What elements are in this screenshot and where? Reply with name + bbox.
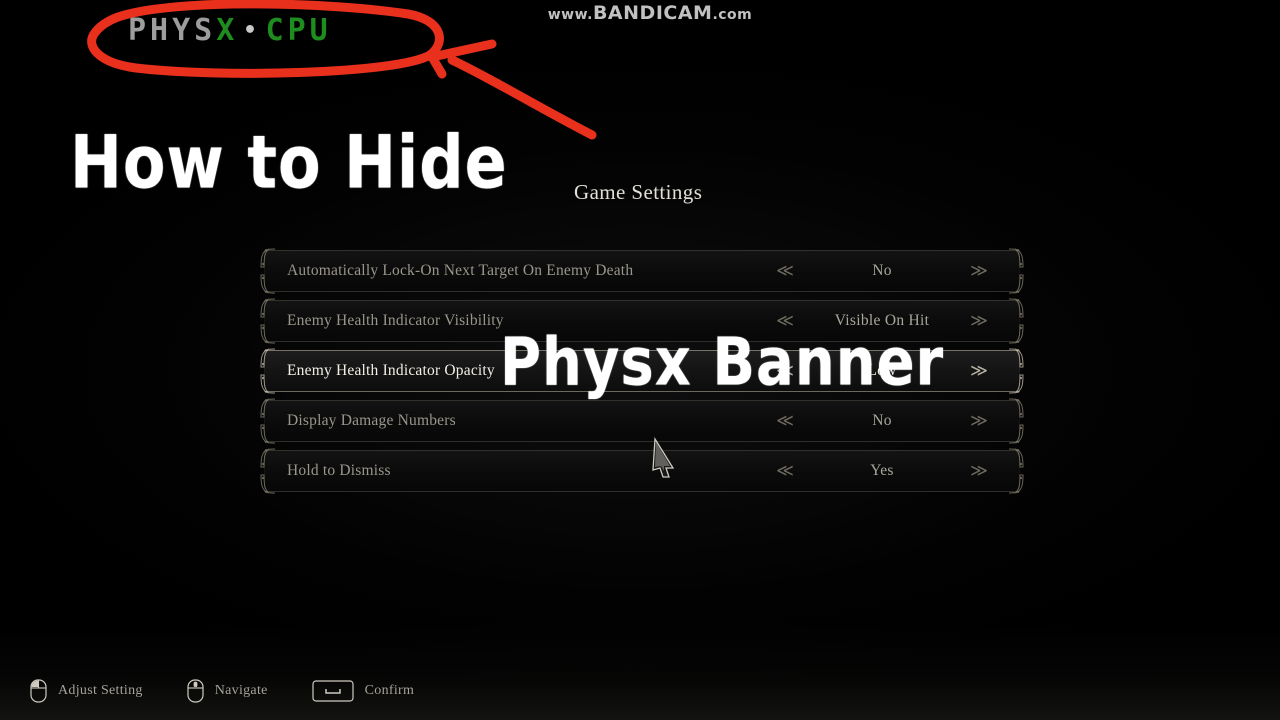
ornament-corner-icon xyxy=(1008,348,1024,368)
bandicam-watermark: www.BANDICAM.com xyxy=(520,2,780,24)
ornament-corner-icon xyxy=(1008,374,1024,394)
ornament-corner-icon xyxy=(1008,474,1024,494)
decrement-arrow-icon[interactable]: ≪ xyxy=(763,412,807,430)
increment-arrow-icon[interactable]: ≫ xyxy=(957,362,1001,380)
setting-value: No xyxy=(872,262,892,279)
mouse-left-click-icon xyxy=(30,679,47,703)
page-title: Game Settings xyxy=(574,180,703,204)
hint-label: Navigate xyxy=(214,683,268,698)
physx-banner-separator: • xyxy=(243,18,261,43)
physx-cpu-banner: PHYSX • CPU xyxy=(128,16,332,46)
hint-adjust-setting: Adjust Setting xyxy=(30,679,143,703)
ornament-corner-icon xyxy=(1008,398,1024,418)
physx-banner-x: X xyxy=(216,13,239,48)
setting-value: No xyxy=(872,412,892,429)
decrement-arrow-icon[interactable]: ≪ xyxy=(763,462,807,480)
ornament-corner-icon xyxy=(1008,298,1024,318)
setting-label: Hold to Dismiss xyxy=(287,462,391,479)
spacebar-key-icon xyxy=(312,680,354,702)
setting-label: Enemy Health Indicator Opacity xyxy=(287,362,495,379)
caption-physx-banner: Physx Banner xyxy=(500,324,945,401)
watermark-suffix: .com xyxy=(712,7,753,23)
hint-label: Confirm xyxy=(364,683,415,698)
watermark-brand: BANDICAM xyxy=(592,2,713,24)
ornament-corner-icon xyxy=(1008,324,1024,344)
hint-label: Adjust Setting xyxy=(58,683,143,698)
settings-row-hold-to-dismiss[interactable]: Hold to Dismiss ≪ Yes ≫ xyxy=(260,448,1024,494)
setting-label: Display Damage Numbers xyxy=(287,412,456,429)
red-arrow-head-bottom xyxy=(427,52,447,79)
watermark-prefix: www. xyxy=(547,7,593,23)
hint-confirm: Confirm xyxy=(312,680,415,702)
physx-banner-cpu: CPU xyxy=(265,13,332,48)
decrement-arrow-icon[interactable]: ≪ xyxy=(763,262,807,280)
ornament-corner-icon xyxy=(1008,248,1024,268)
red-arrow-head-top xyxy=(427,39,497,62)
ornament-corner-icon xyxy=(1008,424,1024,444)
ornament-corner-icon xyxy=(1008,274,1024,294)
caption-how-to-hide: How to Hide xyxy=(70,118,508,206)
ornament-corner-icon xyxy=(1008,448,1024,468)
hint-navigate: Navigate xyxy=(187,679,268,703)
game-screen: PHYSX • CPU www.BANDICAM.com Game Settings… xyxy=(0,0,1280,720)
increment-arrow-icon[interactable]: ≫ xyxy=(957,312,1001,330)
mouse-scroll-wheel-icon xyxy=(187,679,204,703)
settings-row-display-damage-numbers[interactable]: Display Damage Numbers ≪ No ≫ xyxy=(260,398,1024,444)
control-hint-bar: Adjust Setting Navigate Confirm xyxy=(0,662,1280,720)
increment-arrow-icon[interactable]: ≫ xyxy=(957,462,1001,480)
physx-banner-phys: PHYS xyxy=(128,13,217,48)
increment-arrow-icon[interactable]: ≫ xyxy=(957,412,1001,430)
setting-value: Yes xyxy=(870,462,894,479)
setting-label: Enemy Health Indicator Visibility xyxy=(287,312,504,329)
settings-row-auto-lock-on[interactable]: Automatically Lock-On Next Target On Ene… xyxy=(260,248,1024,294)
increment-arrow-icon[interactable]: ≫ xyxy=(957,262,1001,280)
setting-label: Automatically Lock-On Next Target On Ene… xyxy=(287,262,634,279)
